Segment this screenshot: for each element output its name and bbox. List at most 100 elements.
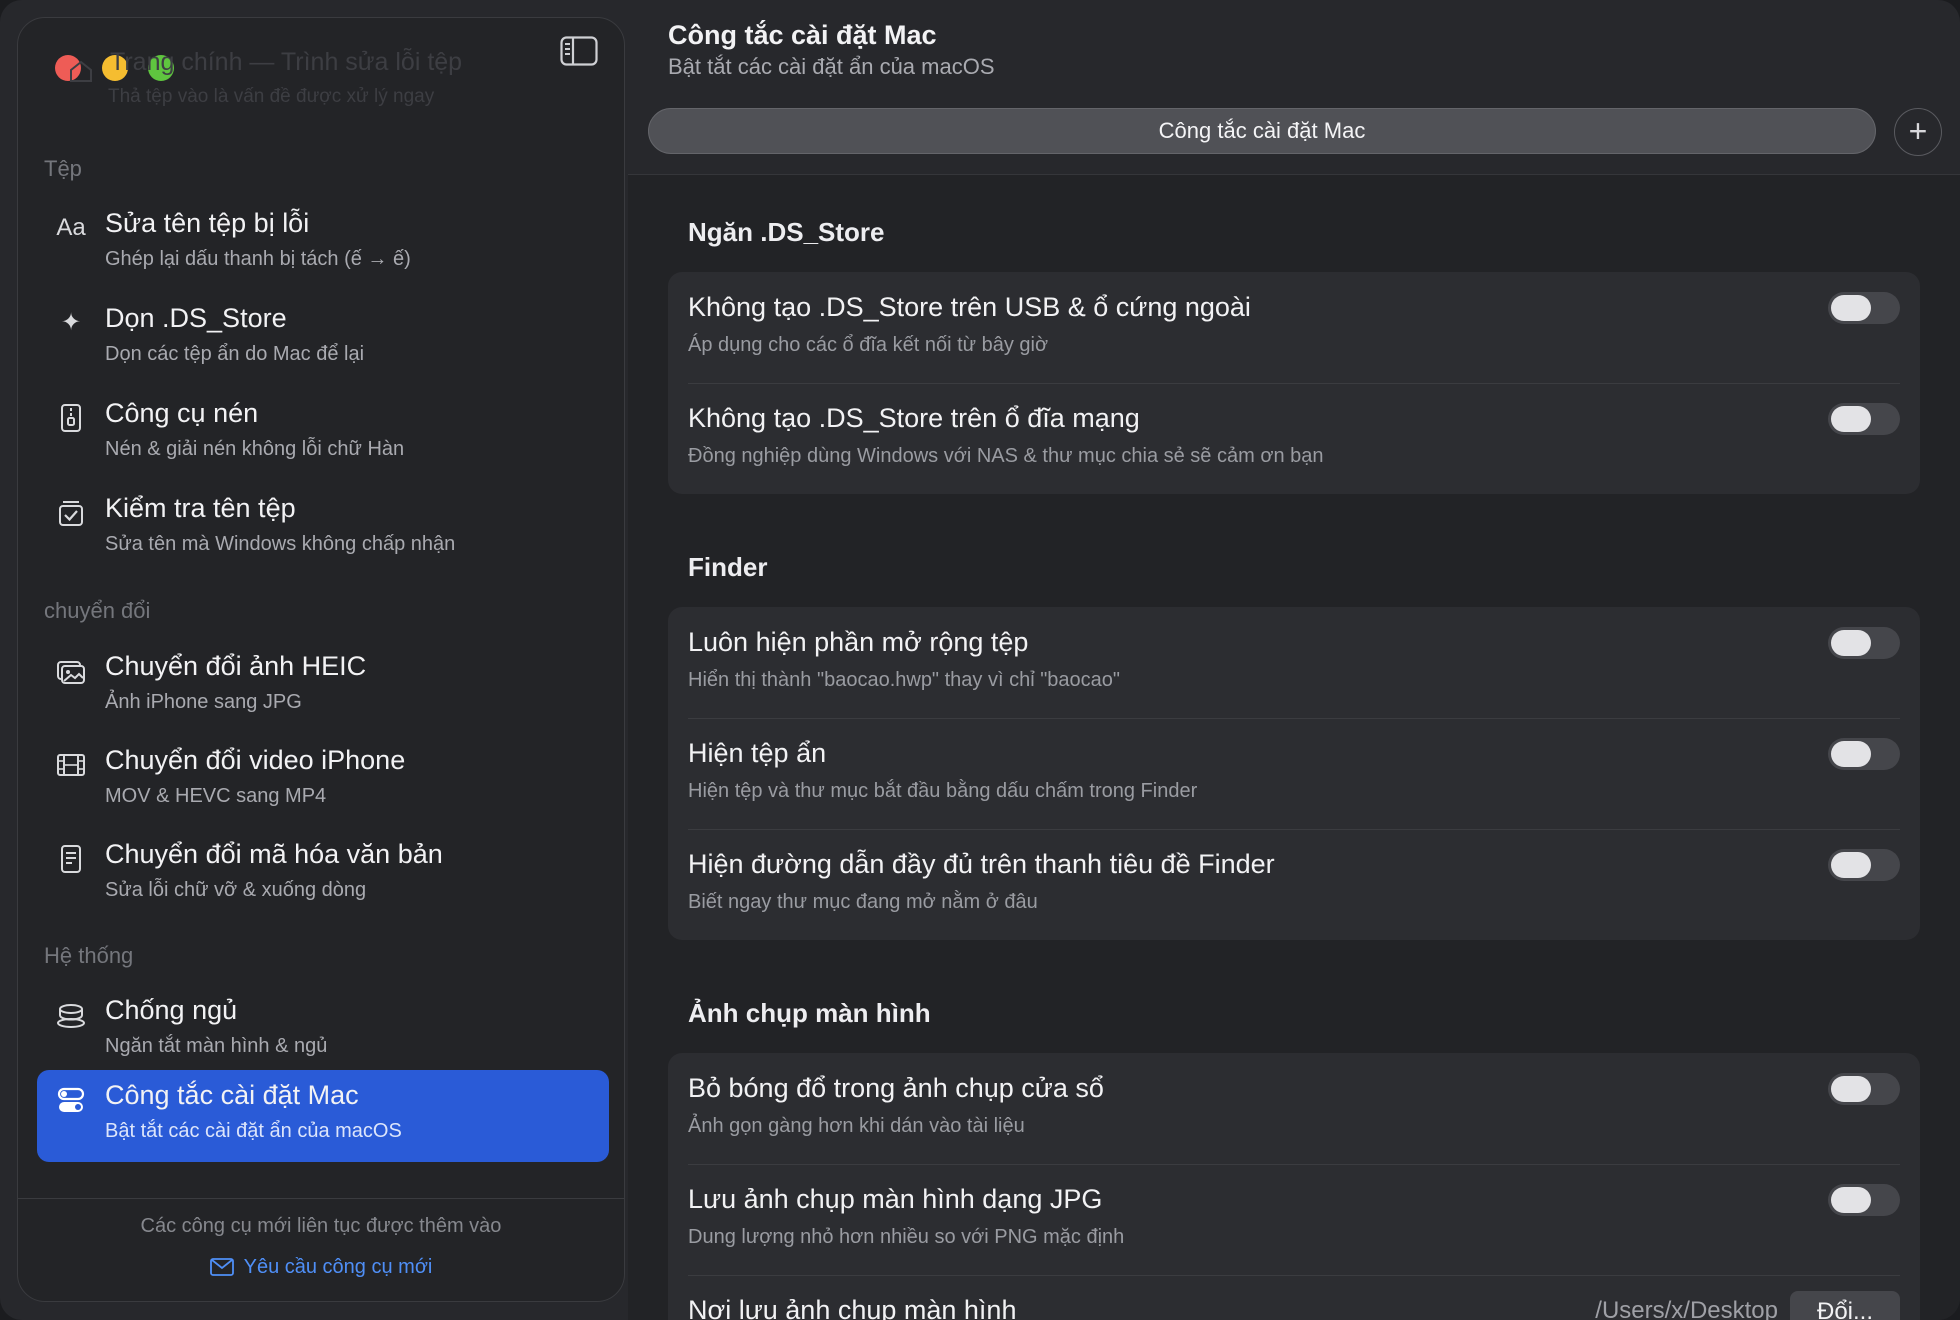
sidebar-item-subtitle: Ghép lại dấu thanh bị tách (ế → ế) — [105, 248, 411, 270]
section-label-system: Hệ thống — [44, 943, 134, 968]
sidebar-item-title: Chuyển đổi ảnh HEIC — [105, 651, 367, 681]
toggle-switch[interactable] — [1828, 403, 1900, 435]
sidebar-item-title: Chống ngủ — [105, 995, 238, 1025]
row-title: Hiện đường dẫn đầy đủ trên thanh tiêu đề… — [688, 849, 1275, 879]
row-title: Hiện tệp ẩn — [688, 738, 827, 768]
group-title-screenshots: Ảnh chụp màn hình — [688, 998, 931, 1028]
app-window: Trang chính — Trình sửa lỗi tệp Thả tệp … — [0, 0, 1960, 1320]
row-divider — [688, 829, 1900, 830]
settings-row: Luôn hiện phần mở rộng tệp Hiển thị thàn… — [668, 607, 1920, 718]
sidebar-item-video-converter[interactable]: Chuyển đổi video iPhone MOV & HEVC sang … — [37, 735, 609, 827]
row-title: Luôn hiện phần mở rộng tệp — [688, 627, 1029, 657]
sidebar: Trang chính — Trình sửa lỗi tệp Thả tệp … — [17, 17, 625, 1302]
sidebar-item-mac-settings-switches[interactable]: Công tắc cài đặt Mac Bật tắt các cài đặt… — [37, 1070, 609, 1162]
sidebar-item-subtitle: Ngăn tắt màn hình & ngủ — [105, 1035, 328, 1057]
row-title: Lưu ảnh chụp màn hình dạng JPG — [688, 1184, 1103, 1214]
row-subtitle: Biết ngay thư mục đang mở nằm ở đâu — [688, 891, 1038, 913]
toggle-knob — [1831, 1076, 1871, 1102]
document-icon — [61, 845, 81, 873]
request-tool-label: Yêu cầu công cụ mới — [243, 1256, 433, 1278]
section-label-files: Tệp — [44, 156, 82, 181]
row-title: Nơi lưu ảnh chụp màn hình — [688, 1295, 1017, 1320]
group-card-ds-store: Không tạo .DS_Store trên USB & ổ cứng ng… — [668, 272, 1920, 494]
footer-note: Các công cụ mới liên tục được thêm vào — [140, 1215, 502, 1237]
row-subtitle: Hiển thị thành "baocao.hwp" thay vì chỉ … — [688, 669, 1121, 691]
sidebar-item-text-encoding[interactable]: Chuyển đổi mã hóa văn bản Sửa lỗi chữ vỡ… — [37, 829, 609, 921]
toggle-knob — [1831, 630, 1871, 656]
sidebar-item-check-filenames[interactable]: Kiểm tra tên tệp Sửa tên mà Windows khôn… — [37, 483, 609, 575]
toggle-switch[interactable] — [1828, 1073, 1900, 1105]
tab-mac-settings-switches[interactable]: Công tắc cài đặt Mac — [648, 108, 1876, 154]
row-divider — [688, 1275, 1900, 1276]
toggle-knob — [1831, 1187, 1871, 1213]
sidebar-item-anti-sleep[interactable]: Chống ngủ Ngăn tắt màn hình & ngủ — [37, 985, 609, 1077]
change-location-button[interactable]: Đổi... — [1790, 1291, 1900, 1320]
row-divider — [688, 383, 1900, 384]
settings-row: Không tạo .DS_Store trên ổ đĩa mạng Đồng… — [668, 383, 1920, 494]
settings-row: Nơi lưu ảnh chụp màn hình /Users/x/Deskt… — [668, 1275, 1920, 1320]
group-title-finder: Finder — [688, 552, 768, 582]
sidebar-item-subtitle: Nén & giải nén không lỗi chữ Hàn — [105, 438, 405, 460]
row-subtitle: Đồng nghiệp dùng Windows với NAS & thư m… — [688, 445, 1324, 467]
group-card-finder: Luôn hiện phần mở rộng tệp Hiển thị thàn… — [668, 607, 1920, 940]
sidebar-item-title: Chuyển đổi video iPhone — [105, 745, 406, 775]
coffee-cup-icon — [57, 1004, 85, 1028]
sparkle-icon: ✦ — [60, 309, 82, 336]
toggle-switch[interactable] — [1828, 738, 1900, 770]
sidebar-item-compression[interactable]: Công cụ nén Nén & giải nén không lỗi chữ… — [37, 388, 609, 480]
envelope-icon — [209, 1258, 234, 1276]
row-title: Không tạo .DS_Store trên USB & ổ cứng ng… — [688, 292, 1251, 322]
row-subtitle: Áp dụng cho các ổ đĩa kết nối từ bây giờ — [688, 334, 1049, 356]
toggle-switch[interactable] — [1828, 1184, 1900, 1216]
sidebar-item-heic-converter[interactable]: Chuyển đổi ảnh HEIC Ảnh iPhone sang JPG — [37, 641, 609, 733]
page-title: Công tắc cài đặt Mac — [668, 20, 937, 50]
section-label-convert: chuyển đổi — [44, 598, 151, 623]
settings-row: Hiện tệp ẩn Hiện tệp và thư mục bắt đầu … — [668, 718, 1920, 829]
toggle-switch[interactable] — [1828, 292, 1900, 324]
group-title-ds-store: Ngăn .DS_Store — [688, 217, 885, 247]
settings-content: Ngăn .DS_Store Không tạo .DS_Store trên … — [628, 175, 1960, 1320]
sidebar-home-subtitle: Thả tệp vào là vấn đề được xử lý ngay — [108, 86, 435, 107]
row-subtitle: Hiện tệp và thư mục bắt đầu bằng dấu chấ… — [688, 780, 1198, 802]
sidebar-item-subtitle: Sửa lỗi chữ vỡ & xuống dòng — [105, 879, 367, 901]
sidebar-item-title: Công tắc cài đặt Mac — [105, 1080, 359, 1110]
request-tool-link[interactable]: Yêu cầu công cụ mới — [18, 1256, 624, 1279]
page-subtitle: Bật tắt các cài đặt ẩn của macOS — [668, 54, 995, 79]
sidebar-item-subtitle: Ảnh iPhone sang JPG — [105, 691, 302, 713]
sidebar-item-title: Sửa tên tệp bị lỗi — [105, 208, 310, 238]
film-icon — [57, 754, 85, 776]
add-tab-button[interactable]: + — [1894, 108, 1942, 156]
sidebar-item-subtitle: Sửa tên mà Windows không chấp nhận — [105, 533, 456, 555]
screenshot-location-path: /Users/x/Desktop — [1595, 1297, 1778, 1320]
toggle-knob — [1831, 406, 1871, 432]
checklist-icon — [59, 501, 83, 526]
row-divider — [688, 718, 1900, 719]
toggle-knob — [1831, 741, 1871, 767]
row-title: Bỏ bóng đổ trong ảnh chụp cửa sổ — [688, 1073, 1104, 1103]
sidebar-item-clean-ds-store[interactable]: ✦ Dọn .DS_Store Dọn các tệp ẩn do Mac để… — [37, 293, 609, 385]
sidebar-item-title: Công cụ nén — [105, 398, 259, 428]
settings-row: Không tạo .DS_Store trên USB & ổ cứng ng… — [668, 272, 1920, 383]
settings-row: Lưu ảnh chụp màn hình dạng JPG Dung lượn… — [668, 1164, 1920, 1275]
text-format-icon: Aa — [56, 214, 86, 241]
settings-row: Bỏ bóng đổ trong ảnh chụp cửa sổ Ảnh gọn… — [668, 1053, 1920, 1164]
toggle-switch[interactable] — [1828, 627, 1900, 659]
sidebar-item-title: Dọn .DS_Store — [105, 303, 287, 333]
row-subtitle: Dung lượng nhỏ hơn nhiều so với PNG mặc … — [688, 1226, 1125, 1248]
switches-icon — [57, 1087, 85, 1112]
sidebar-item-fix-filenames[interactable]: Aa Sửa tên tệp bị lỗi Ghép lại dấu thanh… — [37, 198, 609, 290]
sidebar-item-subtitle: Dọn các tệp ẩn do Mac để lại — [105, 343, 365, 365]
sidebar-toggle-icon[interactable] — [560, 36, 598, 66]
sidebar-item-title: Chuyển đổi mã hóa văn bản — [105, 839, 443, 869]
group-card-screenshots: Bỏ bóng đổ trong ảnh chụp cửa sổ Ảnh gọn… — [668, 1053, 1920, 1320]
photos-icon — [57, 661, 85, 684]
zip-file-icon — [61, 404, 81, 432]
toggle-knob — [1831, 852, 1871, 878]
sidebar-home-title[interactable]: Trang chính — Trình sửa lỗi tệp — [110, 48, 462, 77]
toggle-switch[interactable] — [1828, 849, 1900, 881]
toggle-knob — [1831, 295, 1871, 321]
sidebar-item-subtitle: MOV & HEVC sang MP4 — [105, 785, 327, 807]
sidebar-footer-divider — [18, 1198, 624, 1199]
settings-row: Hiện đường dẫn đầy đủ trên thanh tiêu đề… — [668, 829, 1920, 940]
row-subtitle: Ảnh gọn gàng hơn khi dán vào tài liệu — [688, 1115, 1025, 1137]
